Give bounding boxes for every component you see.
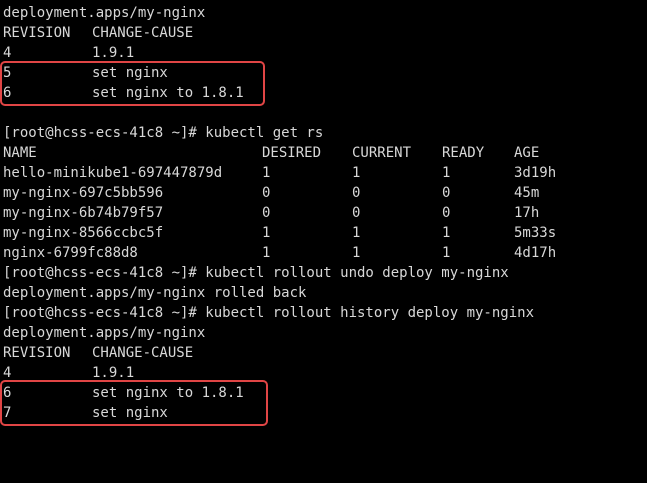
table-row: hello-minikube1-697447879d 1 1 1 3d19h: [3, 163, 556, 183]
deployment-line: deployment.apps/my-nginx: [3, 325, 206, 341]
table-row: my-nginx-6b74b79f57 0 0 0 17h: [3, 203, 539, 223]
header-change-cause: CHANGE-CAUSE: [92, 25, 194, 41]
table-row: my-nginx-697c5bb596 0 0 0 45m: [3, 183, 539, 203]
revision-number: 4: [3, 45, 12, 61]
history-header-row: REVISION CHANGE-CAUSE: [3, 23, 193, 43]
rs-age: 5m33s: [514, 225, 557, 241]
rs-current: 1: [352, 245, 361, 261]
header-revision: REVISION: [3, 345, 71, 361]
rs-desired: 1: [262, 245, 271, 261]
rs-name: my-nginx-8566ccbc5f: [3, 225, 164, 241]
rs-desired: 0: [262, 205, 271, 221]
rs-name: hello-minikube1-697447879d: [3, 165, 223, 181]
deployment-line: deployment.apps/my-nginx: [3, 5, 206, 21]
rs-current: 1: [352, 165, 361, 181]
rs-age: 3d19h: [514, 165, 557, 181]
rs-desired: 1: [262, 165, 271, 181]
change-cause: 1.9.1: [92, 45, 135, 61]
header-desired: DESIRED: [262, 145, 322, 161]
command-get-rs: [root@hcss-ecs-41c8 ~]# kubectl get rs: [3, 125, 324, 141]
history-row: 4 1.9.1: [3, 43, 134, 63]
header-revision: REVISION: [3, 25, 71, 41]
rs-ready: 1: [442, 165, 451, 181]
rs-age: 45m: [514, 185, 540, 201]
table-row: my-nginx-8566ccbc5f 1 1 1 5m33s: [3, 223, 556, 243]
rs-current: 0: [352, 185, 361, 201]
header-change-cause: CHANGE-CAUSE: [92, 345, 194, 361]
rs-desired: 0: [262, 185, 271, 201]
rs-name: my-nginx-6b74b79f57: [3, 205, 164, 221]
highlight-box-history2: [0, 380, 268, 426]
rs-current: 0: [352, 205, 361, 221]
header-current: CURRENT: [352, 145, 412, 161]
terminal-window[interactable]: deployment.apps/my-nginx REVISION CHANGE…: [0, 0, 647, 436]
rs-header-row: NAME DESIRED CURRENT READY AGE: [3, 143, 539, 163]
command-rollout-history: [root@hcss-ecs-41c8 ~]# kubectl rollout …: [3, 305, 535, 321]
rs-desired: 1: [262, 225, 271, 241]
rs-ready: 1: [442, 245, 451, 261]
rs-age: 17h: [514, 205, 540, 221]
table-row: nginx-6799fc88d8 1 1 1 4d17h: [3, 243, 556, 263]
highlight-box-history1: [0, 61, 265, 106]
rs-name: nginx-6799fc88d8: [3, 245, 138, 261]
rs-ready: 0: [442, 205, 451, 221]
rs-name: my-nginx-697c5bb596: [3, 185, 164, 201]
rs-ready: 0: [442, 185, 451, 201]
header-name: NAME: [3, 145, 37, 161]
header-age: AGE: [514, 145, 540, 161]
rs-ready: 1: [442, 225, 451, 241]
undo-output: deployment.apps/my-nginx rolled back: [3, 285, 307, 301]
history-header-row: REVISION CHANGE-CAUSE: [3, 343, 193, 363]
rs-current: 1: [352, 225, 361, 241]
rs-age: 4d17h: [514, 245, 557, 261]
header-ready: READY: [442, 145, 485, 161]
command-rollout-undo: [root@hcss-ecs-41c8 ~]# kubectl rollout …: [3, 265, 509, 281]
